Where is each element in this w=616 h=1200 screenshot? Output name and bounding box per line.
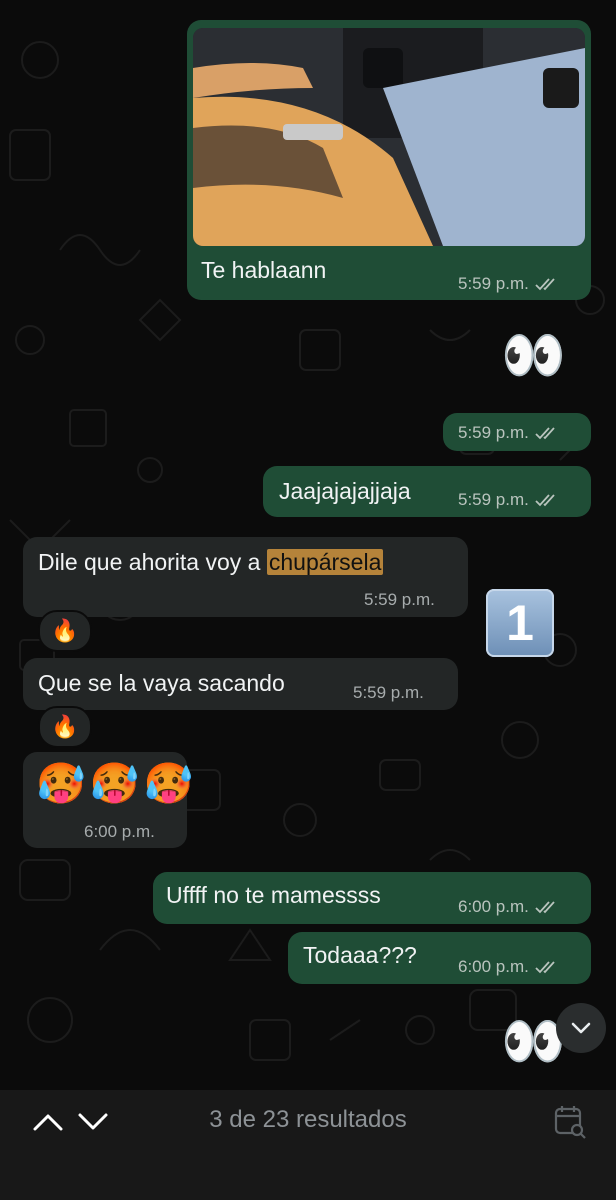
- message-time: 5:59 p.m.: [458, 423, 529, 442]
- message-time: 6:00 p.m.: [458, 897, 529, 916]
- double-check-icon: [535, 494, 555, 507]
- search-match-highlight: chupársela: [266, 549, 384, 575]
- message-time: 6:00 p.m.: [84, 822, 155, 841]
- search-results-count: 3 de 23 resultados: [209, 1106, 407, 1133]
- message-meta: 6:00 p.m.: [84, 822, 155, 842]
- message-emoji[interactable]: 👀: [501, 330, 566, 382]
- message-text: Que se la vaya sacando: [38, 670, 285, 696]
- message-reaction[interactable]: 🔥: [38, 706, 92, 748]
- message-meta: 6:00 p.m.: [458, 957, 559, 977]
- message-text: Todaaa???: [303, 942, 417, 968]
- message-text: Te hablaann: [201, 257, 327, 283]
- search-by-date-button[interactable]: [552, 1103, 588, 1139]
- message-meta: 5:59 p.m.: [364, 590, 435, 610]
- message-meta: 5:59 p.m.: [353, 683, 424, 703]
- double-check-icon: [535, 901, 555, 914]
- scroll-to-bottom-button[interactable]: [556, 1003, 606, 1053]
- message-text: Jaajajajajjaja: [279, 478, 411, 504]
- message-meta: 6:00 p.m.: [458, 897, 559, 917]
- message-reaction[interactable]: 🔥: [38, 610, 92, 652]
- message-time: 5:59 p.m.: [353, 683, 424, 702]
- keycap-one-emoji: 1: [486, 589, 554, 657]
- message-time: 5:59 p.m.: [364, 590, 435, 609]
- message-time: 6:00 p.m.: [458, 957, 529, 976]
- message-text: Dile que ahorita voy a chupársela: [38, 549, 384, 576]
- chevron-down-icon: [571, 1022, 591, 1034]
- message-time: 5:59 p.m.: [458, 490, 529, 509]
- message-emoji: 🥵🥵🥵: [36, 762, 198, 806]
- calendar-search-icon: [554, 1106, 586, 1139]
- double-check-icon: [535, 961, 555, 974]
- message-photo[interactable]: [193, 28, 585, 246]
- message-meta: 5:59 p.m.: [458, 490, 559, 510]
- double-check-icon: [535, 278, 555, 291]
- message-time: 5:59 p.m.: [458, 274, 529, 293]
- double-check-icon: [535, 427, 555, 440]
- message-text-part: Dile que ahorita voy a: [38, 549, 267, 575]
- message-meta: 5:59 p.m.: [458, 274, 559, 294]
- message-text: Uffff no te mamessss: [166, 882, 381, 908]
- message-meta: 5:59 p.m.: [458, 423, 559, 443]
